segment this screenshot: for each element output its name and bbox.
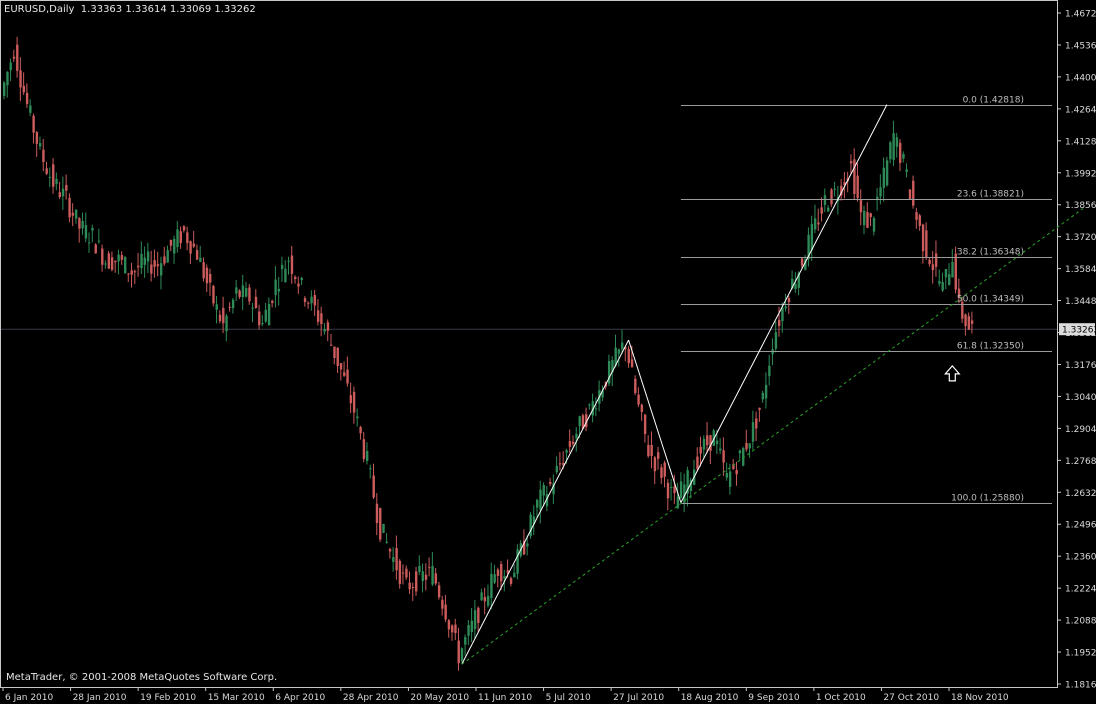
y-tick-label: 1.30400 — [1065, 393, 1096, 403]
y-tick-label: 1.46720 — [1065, 10, 1096, 20]
candle — [94, 243, 97, 254]
ohlc-values: 1.33363 1.33614 1.33069 1.33262 — [80, 4, 256, 15]
candle — [908, 188, 912, 200]
x-tick-label: 5 Jul 2010 — [546, 693, 591, 703]
candle — [382, 523, 385, 534]
y-tick-label: 1.22240 — [1065, 585, 1096, 595]
y-tick-label: 1.38560 — [1065, 201, 1096, 211]
candle — [885, 156, 889, 187]
candle — [529, 512, 532, 539]
price-axis: 1.46720 1.45360 1.44000 1.42640 1.41280 1.399… — [1057, 10, 1096, 691]
fib-level-label: 100.0 (1.25880) — [951, 494, 1024, 504]
y-tick-label: 1.29040 — [1065, 425, 1096, 435]
fib-level-label: 0.0 (1.42818) — [963, 96, 1024, 106]
x-tick-label: 9 Sep 2010 — [748, 693, 800, 703]
x-tick-label: 27 Oct 2010 — [883, 693, 939, 703]
copyright-text: MetaTrader, © 2001-2008 MetaQuotes Softw… — [6, 672, 278, 683]
x-tick-label: 11 Jun 2010 — [478, 693, 532, 703]
y-tick-label: 1.20880 — [1065, 617, 1096, 627]
x-tick-label: 28 Jan 2010 — [73, 693, 127, 703]
current-price-label: 1.33262 — [1062, 326, 1096, 336]
candle — [123, 255, 127, 274]
y-tick-label: 1.45360 — [1065, 41, 1096, 51]
y-tick-label: 1.37200 — [1065, 233, 1096, 243]
y-tick-label: 1.27680 — [1065, 457, 1096, 467]
x-tick-label: 1 Oct 2010 — [816, 693, 866, 703]
y-tick-label: 1.26320 — [1065, 489, 1096, 499]
y-tick-label: 1.24960 — [1065, 521, 1096, 531]
symbol-label: EURUSD,Daily — [4, 4, 75, 15]
y-tick-label: 1.31760 — [1065, 361, 1096, 371]
candle — [107, 251, 111, 269]
y-tick-label: 1.35840 — [1065, 265, 1096, 275]
x-tick-label: 20 May 2010 — [410, 693, 469, 703]
y-tick-label: 1.19520 — [1065, 649, 1096, 659]
fib-level-label: 23.6 (1.38821) — [957, 190, 1024, 200]
x-tick-label: 18 Nov 2010 — [951, 693, 1009, 703]
time-axis: 6 Jan 2010 28 Jan 2010 19 Feb 2010 15 Mar 2… — [2, 687, 1009, 703]
x-tick-label: 27 Jul 2010 — [613, 693, 664, 703]
y-tick-label: 1.18160 — [1065, 681, 1096, 691]
candle — [379, 507, 382, 543]
price-chart[interactable]: 0.0 (1.42818) 23.6 (1.38821) 38.2 (1.36348… — [0, 0, 1096, 704]
fib-level-label: 38.2 (1.36348) — [957, 248, 1024, 258]
y-tick-label: 1.34480 — [1065, 297, 1096, 307]
y-tick-label: 1.41280 — [1065, 137, 1096, 147]
x-tick-label: 19 Feb 2010 — [140, 693, 196, 703]
x-tick-label: 28 Apr 2010 — [343, 693, 399, 703]
candle — [212, 284, 215, 307]
x-tick-label: 18 Aug 2010 — [681, 693, 739, 703]
fib-level-label: 50.0 (1.34349) — [957, 295, 1024, 305]
fib-level-label: 61.8 (1.32350) — [957, 342, 1024, 352]
candle — [460, 647, 464, 663]
y-tick-label: 1.42640 — [1065, 105, 1096, 115]
x-tick-label: 6 Apr 2010 — [275, 693, 325, 703]
x-tick-label: 6 Jan 2010 — [5, 693, 53, 703]
chart-info: EURUSD,Daily 1.33363 1.33614 1.33069 1.3… — [4, 4, 256, 15]
y-tick-label: 1.44000 — [1065, 73, 1096, 83]
x-tick-label: 15 Mar 2010 — [208, 693, 265, 703]
y-tick-label: 1.23600 — [1065, 553, 1096, 563]
y-tick-label: 1.39920 — [1065, 169, 1096, 179]
